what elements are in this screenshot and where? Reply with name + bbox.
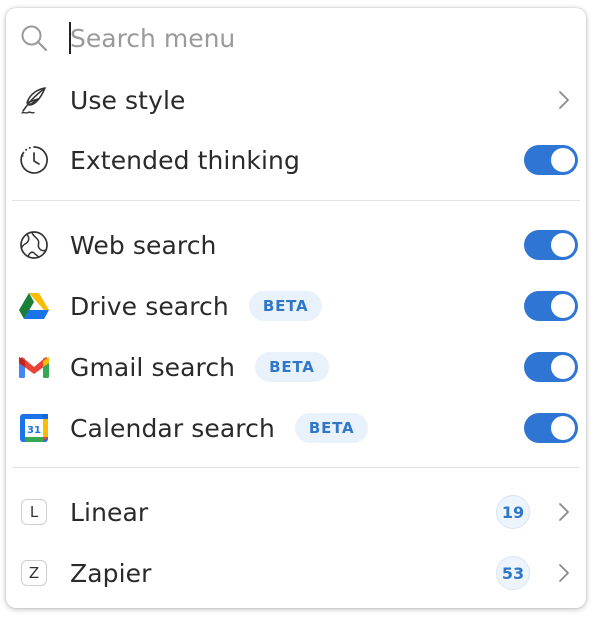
calendar-day-text: 31 xyxy=(27,425,41,436)
chevron-right-icon xyxy=(559,91,569,109)
menu-item-label: Use style xyxy=(70,85,186,115)
linear-letter-icon: L xyxy=(18,496,50,528)
menu-item-linear[interactable]: L Linear 19 xyxy=(6,482,586,542)
search-icon xyxy=(18,22,50,54)
search-input[interactable] xyxy=(70,20,510,56)
toggle-knob xyxy=(551,233,575,257)
drive-search-toggle[interactable] xyxy=(524,291,578,321)
menu-item-label-group: Gmail search BETA xyxy=(70,352,329,382)
tool-count-badge: 53 xyxy=(496,556,530,590)
beta-badge: BETA xyxy=(248,291,323,321)
menu-item-label: Calendar search xyxy=(70,413,275,443)
toggle-knob xyxy=(551,416,575,440)
chevron-right-icon xyxy=(559,564,569,582)
menu-item-label: Gmail search xyxy=(70,352,236,382)
extended-thinking-toggle[interactable] xyxy=(524,145,578,175)
menu-item-label: Extended thinking xyxy=(70,145,300,175)
google-drive-icon xyxy=(18,290,50,322)
tools-menu: Use style Extended thinking xyxy=(6,8,586,608)
menu-item-gmail-search: Gmail search BETA xyxy=(6,337,586,397)
beta-badge: BETA xyxy=(255,352,329,382)
menu-item-label: Drive search xyxy=(70,291,229,321)
menu-item-web-search: Web search xyxy=(6,215,586,275)
toggle-knob xyxy=(551,294,575,318)
menu-item-label-group: Calendar search BETA xyxy=(70,413,369,443)
clock-icon xyxy=(18,144,50,176)
toggle-knob xyxy=(551,355,575,379)
menu-item-label: Web search xyxy=(70,230,217,260)
search-row xyxy=(6,8,586,68)
menu-item-label: Linear xyxy=(70,497,149,527)
globe-icon xyxy=(18,229,50,261)
letter-box: Z xyxy=(21,560,47,586)
zapier-letter-icon: Z xyxy=(18,557,50,589)
gmail-search-toggle[interactable] xyxy=(524,352,578,382)
feather-icon xyxy=(18,84,50,116)
menu-item-drive-search: Drive search BETA xyxy=(6,276,586,336)
chevron-right-icon xyxy=(559,503,569,521)
gmail-icon xyxy=(18,351,50,383)
web-search-toggle[interactable] xyxy=(524,230,578,260)
menu-item-zapier[interactable]: Z Zapier 53 xyxy=(6,543,586,603)
tool-count-badge: 19 xyxy=(496,495,530,529)
menu-item-use-style[interactable]: Use style xyxy=(6,70,586,130)
menu-item-extended-thinking: Extended thinking xyxy=(6,130,586,190)
menu-item-calendar-search: 31 Calendar search BETA xyxy=(6,398,586,458)
menu-item-label-group: Drive search BETA xyxy=(70,291,323,321)
calendar-search-toggle[interactable] xyxy=(524,413,578,443)
menu-item-label: Zapier xyxy=(70,558,152,588)
letter-box: L xyxy=(21,499,47,525)
section-divider xyxy=(12,467,580,468)
beta-badge: BETA xyxy=(294,413,369,443)
section-divider xyxy=(12,200,580,201)
google-calendar-icon: 31 xyxy=(18,412,50,444)
toggle-knob xyxy=(551,148,575,172)
